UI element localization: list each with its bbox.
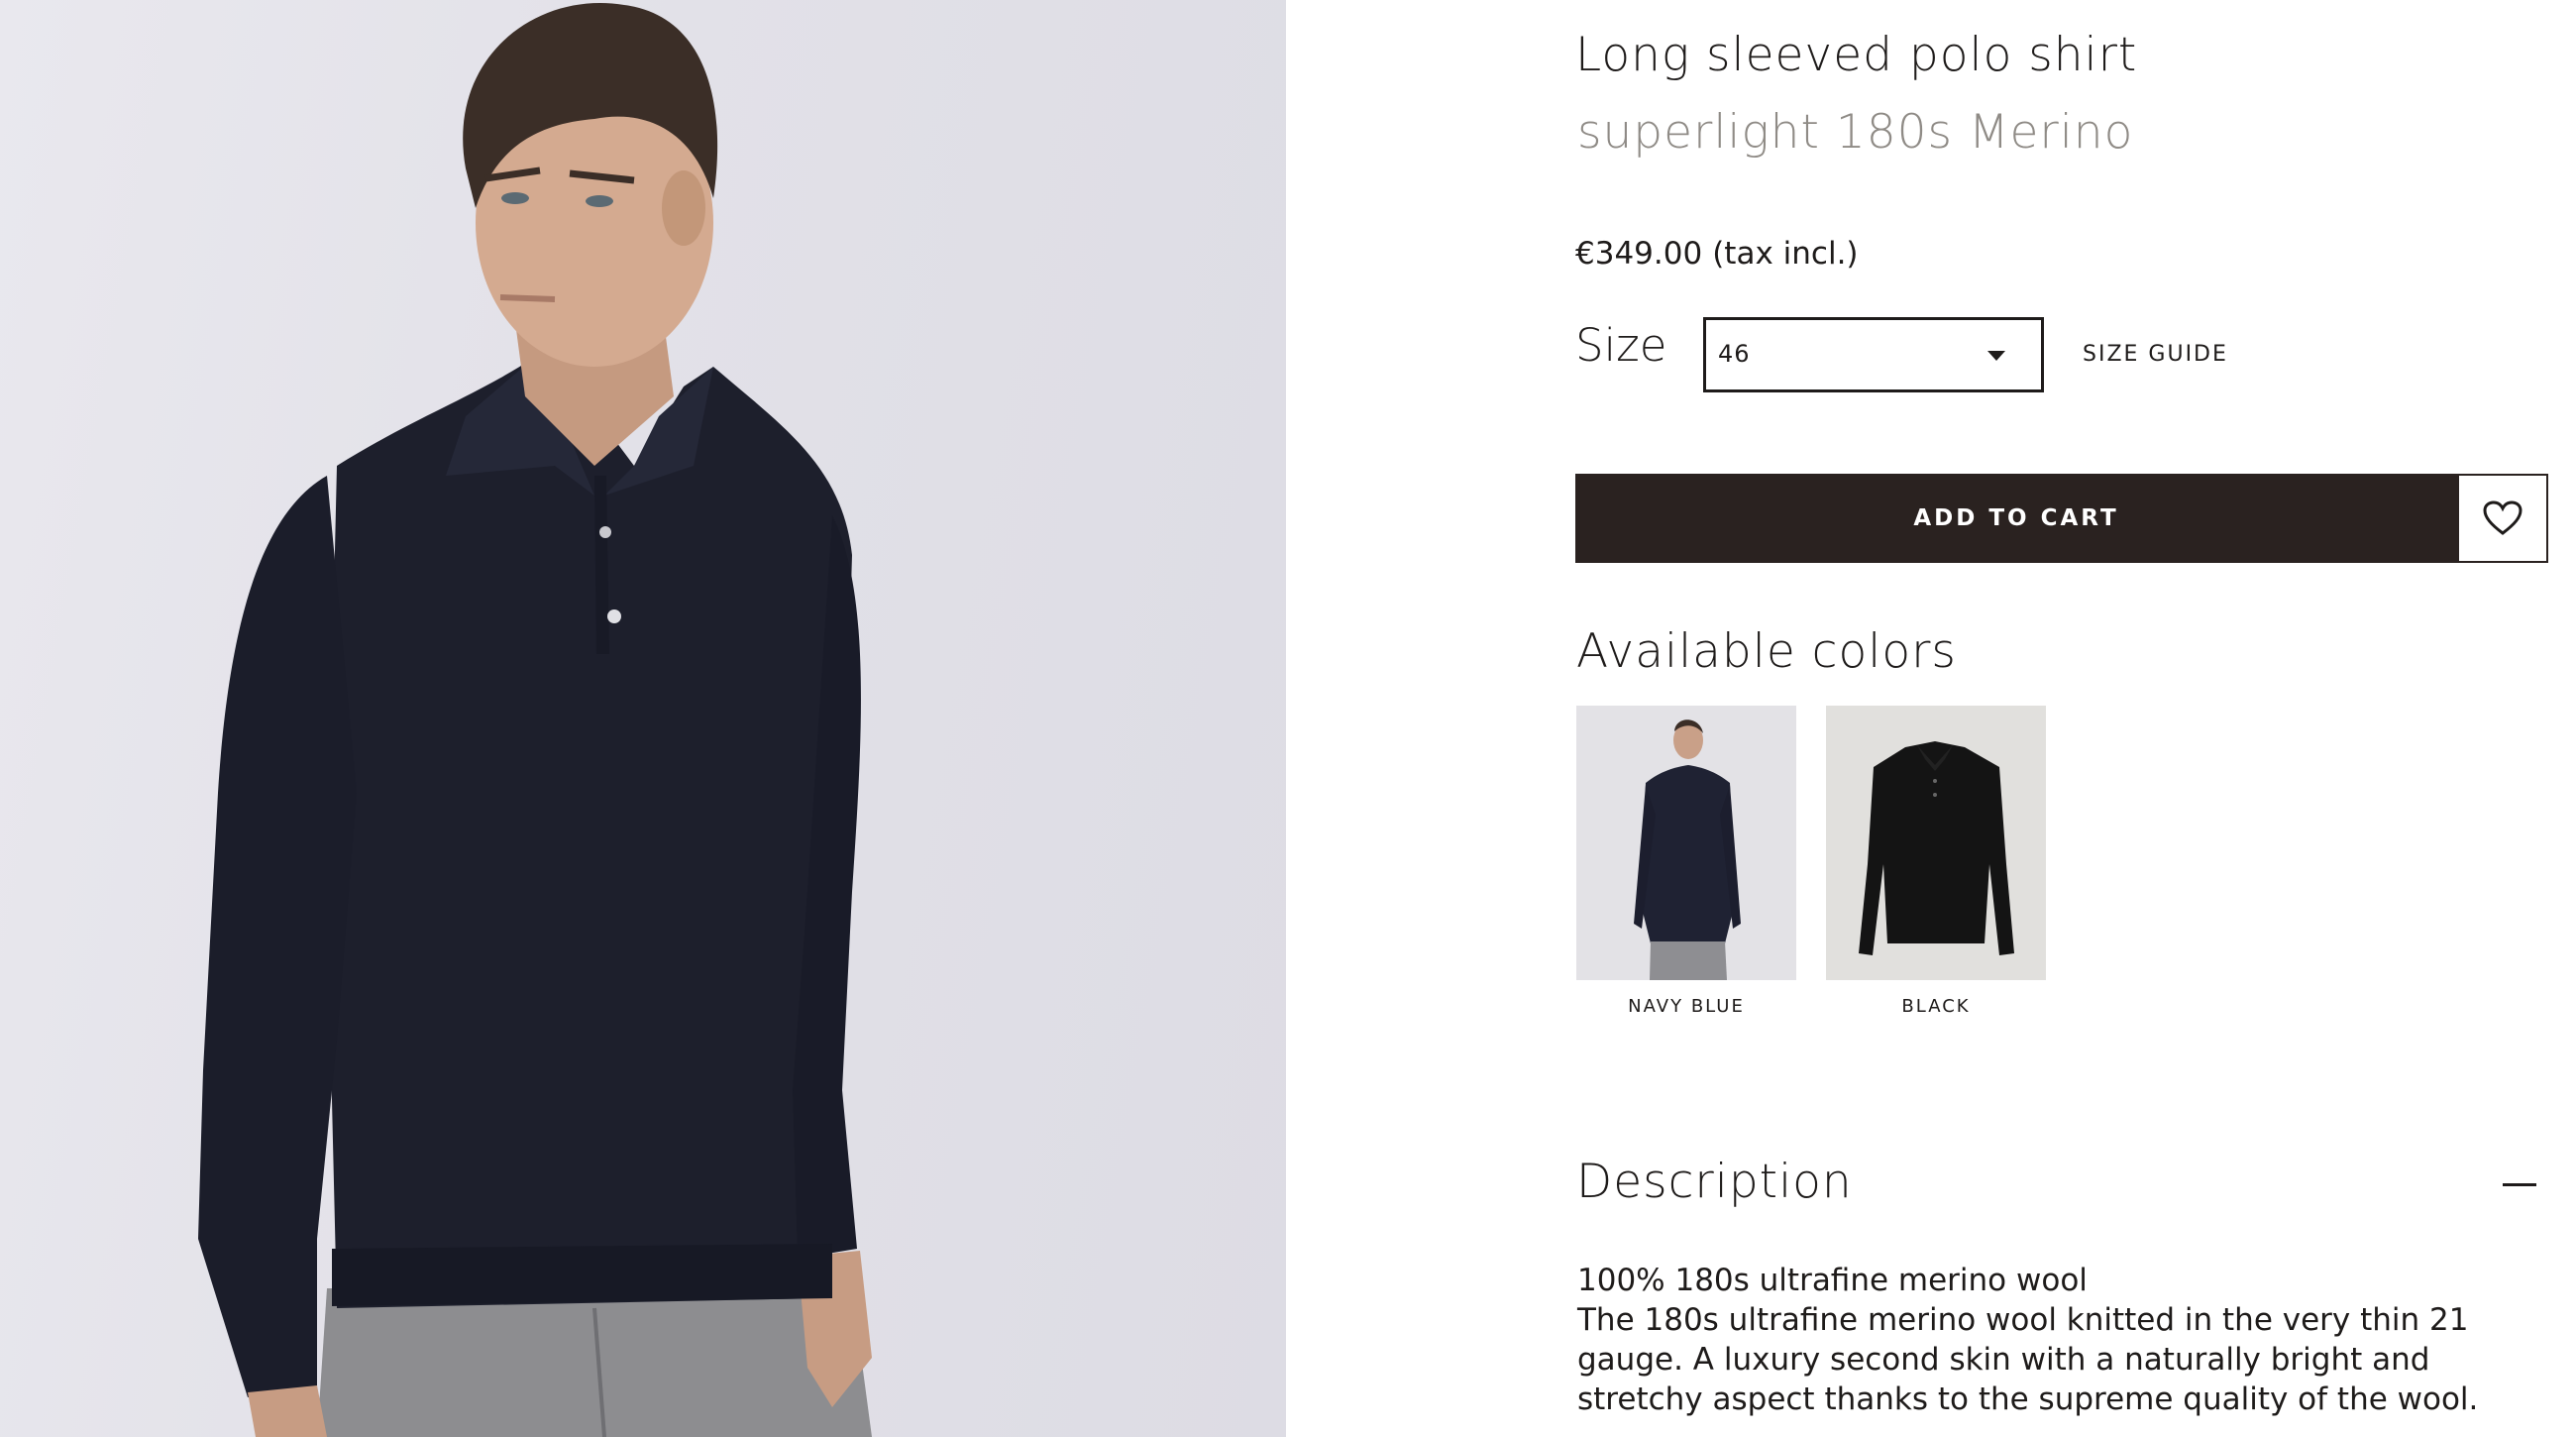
available-colors-heading: Available colors [1576,624,1957,679]
minus-icon[interactable] [2503,1183,2536,1186]
color-label-black: BLACK [1901,996,1971,1017]
add-to-cart-button[interactable]: ADD TO CART [1575,474,2457,563]
product-hero-image [0,0,1286,1437]
description-line-details: The 180s ultrafine merino wool knitted i… [1577,1302,2479,1417]
heart-icon [2483,500,2522,535]
size-selected-value: 46 [1718,340,1751,368]
color-swatch-navy-blue[interactable] [1576,706,1796,980]
tax-note: (tax incl.) [1712,236,1859,272]
product-subtitle: superlight 180s Merino [1577,105,2134,160]
wishlist-button[interactable] [2457,474,2548,563]
chevron-down-icon [1987,351,2005,361]
description-line-fabric: 100% 180s ultrafine merino wool [1577,1263,2088,1298]
product-price: €349.00 [1575,236,1703,272]
color-label-navy-blue: NAVY BLUE [1628,996,1745,1017]
size-label: Size [1575,319,1667,372]
add-to-cart-label: ADD TO CART [1913,505,2119,531]
size-select[interactable]: 46 [1703,317,2044,392]
color-swatch-black[interactable] [1826,706,2046,980]
navy-blue-thumbnail-image [1576,706,1796,980]
product-title: Long sleeved polo shirt [1575,28,2138,82]
size-guide-link[interactable]: SIZE GUIDE [2083,342,2228,367]
price-row: €349.00 (tax incl.) [1575,236,1859,272]
model-wearing-shirt-image [198,2,872,1437]
description-body: 100% 180s ultrafine merino wool The 180s… [1577,1261,2558,1419]
description-heading[interactable]: Description [1576,1155,1853,1209]
product-details-panel: Long sleeved polo shirt superlight 180s … [1286,0,2576,1437]
black-thumbnail-image [1826,706,2046,980]
